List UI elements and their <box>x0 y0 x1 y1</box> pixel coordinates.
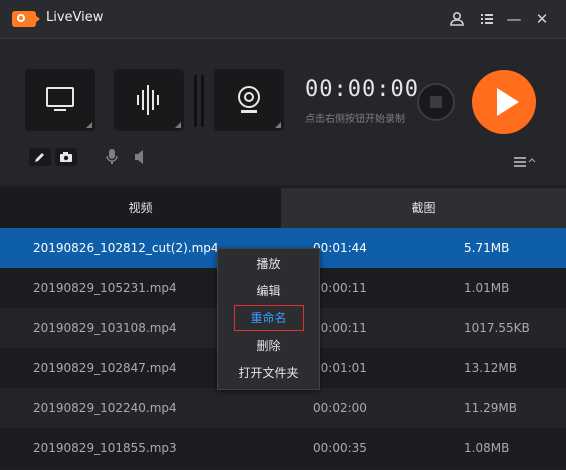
file-name: 20190829_102240.mp4 <box>33 401 177 415</box>
file-name: 20190829_103108.mp4 <box>33 321 177 335</box>
recorder-panel: 00:00:00 点击右侧按钮开始录制 <box>0 39 566 185</box>
screenshot-button[interactable] <box>55 148 77 166</box>
file-duration: 00:01:44 <box>313 241 367 255</box>
file-duration: 00:00:11 <box>313 321 367 335</box>
app-title: LiveView <box>46 10 104 25</box>
microphone-icon[interactable] <box>104 148 120 166</box>
stop-button[interactable] <box>417 83 455 121</box>
menu-item-edit[interactable]: 编辑 <box>218 278 319 304</box>
file-duration: 00:02:00 <box>313 401 367 415</box>
file-name: 20190829_102847.mp4 <box>33 361 177 375</box>
menu-item-delete[interactable]: 删除 <box>218 333 319 359</box>
speaker-icon[interactable] <box>132 148 148 166</box>
pencil-button[interactable] <box>29 148 51 166</box>
menu-item-play[interactable]: 播放 <box>218 251 319 277</box>
file-size: 11.29MB <box>464 401 517 415</box>
menu-item-open-folder[interactable]: 打开文件夹 <box>218 360 319 386</box>
dropdown-corner-icon <box>86 122 92 128</box>
tab-bar: 视频 截图 <box>0 188 566 228</box>
divider <box>201 75 204 127</box>
table-row[interactable]: 20190829_101855.mp3 00:00:35 1.08MB <box>0 428 566 468</box>
file-size: 1.08MB <box>464 441 510 455</box>
audio-wave-icon <box>137 85 159 115</box>
tab-screenshot[interactable]: 截图 <box>281 188 566 228</box>
file-duration: 00:00:11 <box>313 281 367 295</box>
file-size: 13.12MB <box>464 361 517 375</box>
file-size: 1.01MB <box>464 281 510 295</box>
file-name: 20190829_105231.mp4 <box>33 281 177 295</box>
dropdown-corner-icon <box>175 122 181 128</box>
file-name: 20190826_102812_cut(2).mp4 <box>33 241 219 255</box>
file-size: 5.71MB <box>464 241 510 255</box>
file-size: 1017.55KB <box>464 321 530 335</box>
dropdown-corner-icon <box>275 122 281 128</box>
pencil-icon <box>35 153 44 162</box>
divider <box>194 75 197 127</box>
audio-source-button[interactable] <box>114 69 184 131</box>
tab-video[interactable]: 视频 <box>0 188 281 228</box>
context-menu: 播放 编辑 重命名 删除 打开文件夹 <box>217 248 320 390</box>
screen-source-button[interactable] <box>25 69 95 131</box>
minimize-icon[interactable]: — <box>505 10 523 28</box>
close-icon[interactable]: ✕ <box>533 10 551 28</box>
menu-icon[interactable] <box>514 153 538 172</box>
screen-icon <box>46 87 74 111</box>
record-hint: 点击右侧按钮开始录制 <box>305 114 405 125</box>
webcam-icon <box>238 86 260 113</box>
user-icon[interactable] <box>448 10 466 28</box>
menu-item-rename[interactable]: 重命名 <box>218 305 319 331</box>
list-icon[interactable] <box>478 10 496 28</box>
file-duration: 00:01:01 <box>313 361 367 375</box>
table-row[interactable]: 20190829_102240.mp4 00:02:00 11.29MB <box>0 388 566 428</box>
file-duration: 00:00:35 <box>313 441 367 455</box>
webcam-source-button[interactable] <box>214 69 284 131</box>
file-name: 20190829_101855.mp3 <box>33 441 177 455</box>
title-bar: LiveView — ✕ <box>0 0 566 39</box>
camera-icon <box>60 152 72 162</box>
app-logo-icon <box>12 11 40 27</box>
record-start-button[interactable] <box>472 70 536 134</box>
record-timer: 00:00:00 <box>305 77 419 102</box>
